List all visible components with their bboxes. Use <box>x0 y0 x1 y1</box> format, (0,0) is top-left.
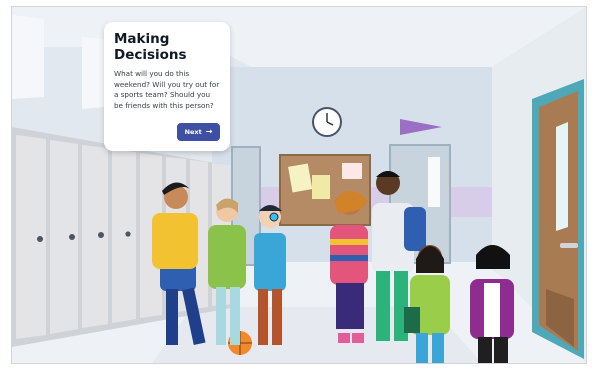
card-title: Making Decisions <box>114 31 187 63</box>
next-button-label: Next <box>184 128 202 136</box>
hallway-scene <box>12 7 586 363</box>
arrow-right-icon: → <box>205 127 213 136</box>
next-button[interactable]: Next → <box>177 123 220 141</box>
bulletin-board <box>279 154 371 226</box>
dialog-card: Making Decisions What will you do this w… <box>104 22 230 151</box>
card-body-text: What will you do this weekend? Will you … <box>114 69 220 110</box>
wall-clock <box>312 107 342 137</box>
side-door <box>532 79 584 359</box>
game-viewport: Making Decisions What will you do this w… <box>11 6 587 364</box>
